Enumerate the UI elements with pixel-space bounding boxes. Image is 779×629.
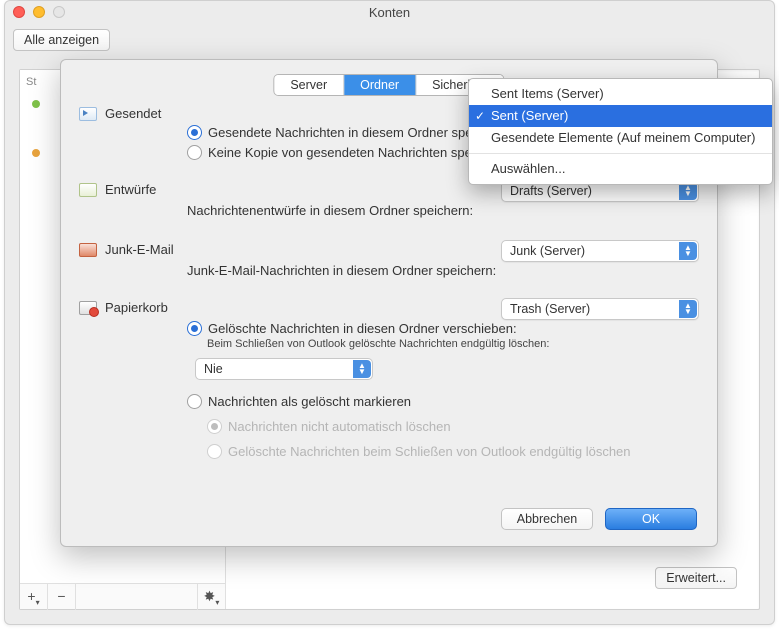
minimize-window-button[interactable]	[33, 6, 45, 18]
close-window-button[interactable]	[13, 6, 25, 18]
tab-server[interactable]: Server	[274, 75, 344, 95]
drafts-section: Entwürfe Drafts (Server) ▲▼ Nachrichtene…	[79, 182, 699, 218]
trash-schedule-value: Nie	[204, 362, 223, 376]
drafts-desc: Nachrichtenentwürfe in diesem Ordner spe…	[187, 203, 473, 218]
sheet-footer-buttons: Abbrechen OK	[501, 508, 697, 530]
sent-nosave-radio[interactable]	[187, 145, 202, 160]
trash-icon	[79, 301, 97, 315]
trash-folder-popup[interactable]: Trash (Server) ▲▼	[501, 298, 699, 320]
dropdown-item[interactable]: Sent Items (Server)	[469, 83, 772, 105]
dropdown-separator	[469, 153, 772, 154]
drafts-icon	[79, 183, 97, 197]
junk-desc: Junk-E-Mail-Nachrichten in diesem Ordner…	[187, 263, 496, 278]
trash-section: Papierkorb Trash (Server) ▲▼ Gelöschte N…	[79, 300, 699, 459]
popup-arrows-icon: ▲▼	[679, 300, 697, 318]
trash-move-label: Gelöschte Nachrichten in diesen Ordner v…	[208, 321, 517, 336]
sent-title: Gesendet	[105, 106, 161, 121]
sent-nosave-label: Keine Kopie von gesendeten Nachrichten s…	[208, 145, 507, 160]
sidebar-footer: +▾ − ✸▾	[20, 583, 226, 609]
zoom-window-button[interactable]	[53, 6, 65, 18]
ok-button[interactable]: OK	[605, 508, 697, 530]
trash-title: Papierkorb	[105, 300, 168, 315]
remove-account-button[interactable]: −	[48, 584, 76, 610]
cancel-button[interactable]: Abbrechen	[501, 508, 593, 530]
trash-folder-value: Trash (Server)	[510, 302, 590, 316]
sent-icon	[79, 107, 97, 121]
junk-section: Junk-E-Mail Junk (Server) ▲▼ Junk-E-Mail…	[79, 242, 699, 278]
sent-store-label: Gesendete Nachrichten in diesem Ordner s…	[208, 125, 512, 140]
tab-folders[interactable]: Ordner	[344, 75, 416, 95]
sent-folder-dropdown: Sent Items (Server) Sent (Server) Gesend…	[468, 78, 773, 185]
junk-folder-value: Junk (Server)	[510, 244, 585, 258]
toolbar: Alle anzeigen	[5, 25, 774, 59]
trash-disabled1-radio	[207, 419, 222, 434]
add-account-button[interactable]: +▾	[20, 584, 48, 610]
trash-mark-label: Nachrichten als gelöscht markieren	[208, 394, 411, 409]
trash-sub-desc: Beim Schließen von Outlook gelöschte Nac…	[207, 338, 549, 350]
junk-folder-popup[interactable]: Junk (Server) ▲▼	[501, 240, 699, 262]
dropdown-item[interactable]: Gesendete Elemente (Auf meinem Computer)	[469, 127, 772, 149]
trash-mark-radio[interactable]	[187, 394, 202, 409]
window-title: Konten	[369, 5, 410, 20]
junk-title: Junk-E-Mail	[105, 242, 174, 257]
status-dot-icon	[32, 100, 40, 108]
trash-disabled1-label: Nachrichten nicht automatisch löschen	[228, 419, 451, 434]
drafts-title: Entwürfe	[105, 182, 156, 197]
sent-store-radio[interactable]	[187, 125, 202, 140]
popup-arrows-icon: ▲▼	[679, 242, 697, 260]
titlebar: Konten	[5, 1, 774, 25]
window-controls	[13, 6, 65, 18]
trash-move-radio[interactable]	[187, 321, 202, 336]
trash-schedule-popup[interactable]: Nie ▲▼	[195, 358, 373, 380]
trash-disabled2-radio	[207, 444, 222, 459]
junk-icon	[79, 243, 97, 257]
trash-disabled2-label: Gelöschte Nachrichten beim Schließen von…	[228, 444, 631, 459]
advanced-button[interactable]: Erweitert...	[655, 567, 737, 589]
status-dot-icon	[32, 149, 40, 157]
dropdown-item-choose[interactable]: Auswählen...	[469, 158, 772, 180]
settings-gear-button[interactable]: ✸▾	[197, 584, 225, 610]
drafts-folder-value: Drafts (Server)	[510, 184, 592, 198]
dropdown-item-selected[interactable]: Sent (Server)	[469, 105, 772, 127]
popup-arrows-icon: ▲▼	[353, 360, 371, 378]
show-all-button[interactable]: Alle anzeigen	[13, 29, 110, 51]
